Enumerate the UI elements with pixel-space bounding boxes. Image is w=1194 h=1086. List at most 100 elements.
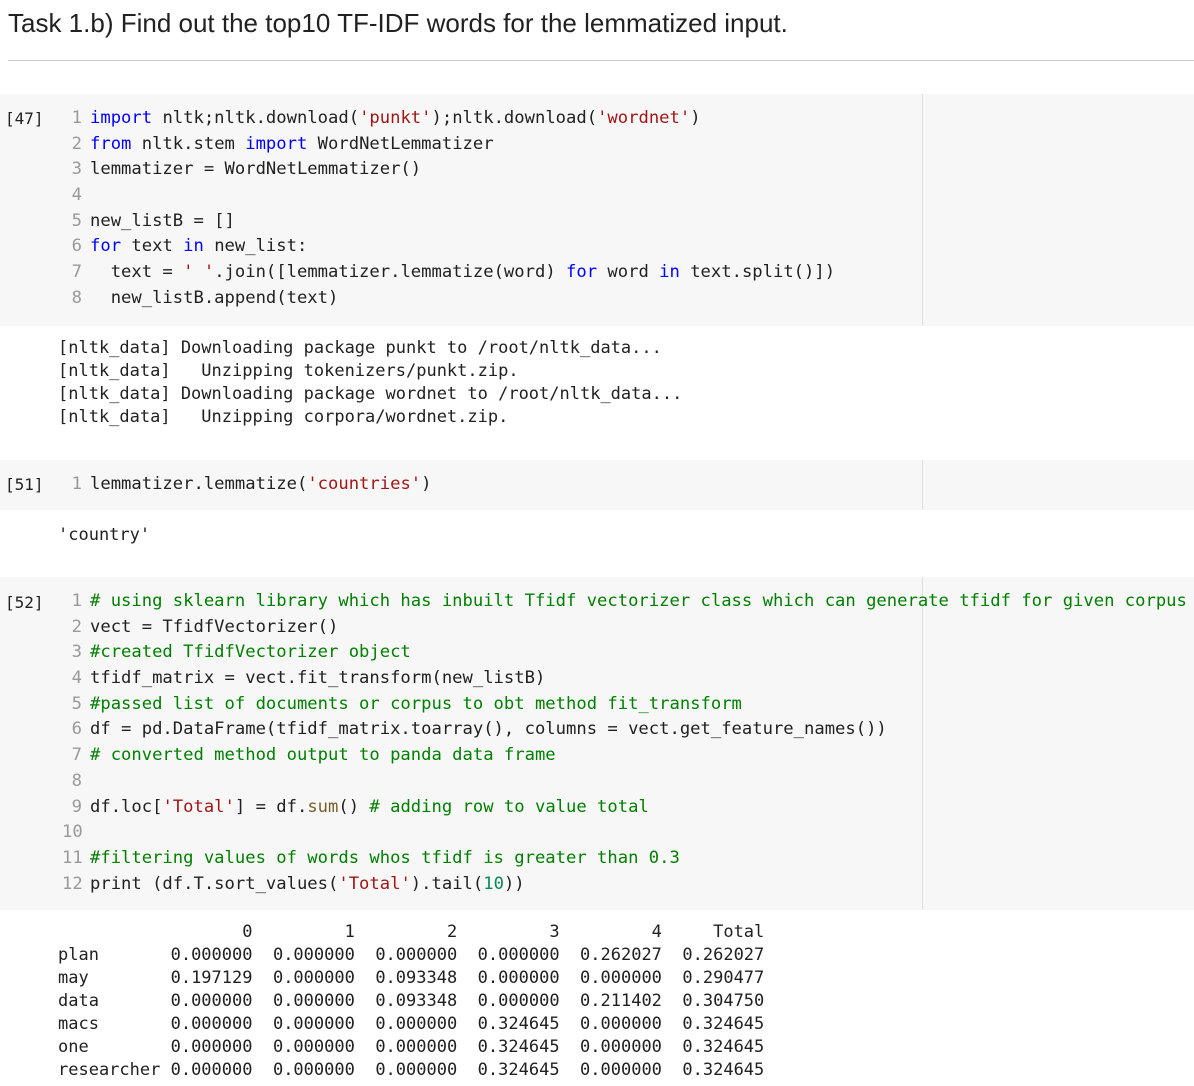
code-token: # using sklearn library which has inbuil…	[90, 591, 1187, 611]
line-number: 3	[71, 642, 82, 663]
code-token: )	[690, 108, 701, 128]
code-token: ).tail(	[410, 873, 484, 894]
code-token: #filtering values of words whos tfidf is…	[90, 847, 680, 868]
table-cell: 0.290477	[672, 968, 765, 988]
code-token: df = pd.DataFrame(tfidf_matrix.toarray()…	[90, 719, 887, 740]
code-token: 'wordnet'	[597, 108, 691, 128]
row-label: researcher	[58, 1060, 161, 1080]
table-cell: 0.093348	[365, 968, 468, 988]
row-label: may	[58, 968, 161, 988]
code-token: sum	[307, 796, 339, 817]
line-number: 12	[62, 873, 83, 894]
table-cell: 0.000000	[569, 1014, 673, 1034]
line-number: 5	[71, 693, 82, 714]
table-cell: 0.000000	[467, 968, 570, 988]
table-cell: 0.324645	[467, 1037, 570, 1057]
line-number: 11	[62, 847, 83, 868]
output-line: [nltk_data] Unzipping corpora/wordnet.zi…	[58, 407, 509, 427]
code-token: ] = df.	[234, 796, 308, 817]
table-cell: 0.000000	[569, 1037, 673, 1057]
table-cell: 0.324645	[467, 1060, 570, 1080]
line-number: 1	[71, 474, 82, 494]
table-cell: 0.000000	[365, 1037, 468, 1057]
code-line: 6 df = pd.DataFrame(tfidf_matrix.toarray(…	[62, 717, 1187, 743]
table-cell: 0.000000	[262, 945, 366, 965]
cell-prompt: [51]	[5, 475, 44, 494]
output-line: 'country'	[58, 525, 151, 545]
code-token: 'countries'	[307, 474, 422, 494]
table-row: plan 0.000000 0.000000 0.000000 0.000000…	[58, 944, 764, 967]
line-number: 8	[71, 770, 82, 791]
code-token: for	[90, 236, 122, 257]
line-number: 2	[71, 133, 82, 154]
code-token: # adding row to value total	[369, 796, 649, 817]
code-line: 5 new_listB = []	[62, 209, 835, 235]
cell-output-51: 'country'	[58, 524, 150, 547]
output-line: [nltk_data] Downloading package wordnet …	[58, 384, 683, 404]
table-cell: 0.000000	[160, 945, 263, 965]
table-cell: 0.000000	[262, 1060, 366, 1080]
table-cell: 0.000000	[262, 991, 366, 1011]
line-number: 1	[71, 591, 82, 611]
table-cell: 0.262027	[569, 945, 673, 965]
output-line: [nltk_data] Downloading package punkt to…	[58, 338, 662, 358]
code-cell-51[interactable]: [51] 1 lemmatizer.lemmatize('countries')	[0, 460, 1194, 510]
code-line: 10	[62, 820, 1187, 846]
code-cell-47[interactable]: [47] 1 import nltk;nltk.download('punkt')…	[0, 94, 1194, 326]
table-cell: 0.000000	[160, 1060, 263, 1080]
code-editor[interactable]: 1 # using sklearn library which has inbui…	[62, 589, 1187, 897]
column-header: 4	[559, 922, 662, 942]
code-token: new_listB.append(text)	[90, 287, 339, 308]
code-token: );nltk.download(	[431, 108, 598, 128]
row-label: data	[58, 991, 161, 1011]
code-editor[interactable]: 1 import nltk;nltk.download('punkt');nltk…	[62, 106, 835, 312]
table-cell: 0.000000	[160, 1014, 263, 1034]
table-row: may 0.197129 0.000000 0.093348 0.000000 …	[58, 967, 764, 990]
code-line: 8	[62, 769, 1187, 795]
table-cell: 0.304750	[672, 991, 765, 1011]
code-line: 2 vect = TfidfVectorizer()	[62, 615, 1187, 641]
column-header: 2	[354, 922, 458, 942]
code-line: 9 df.loc['Total'] = df.sum() # adding row…	[62, 795, 1187, 821]
heading-divider	[8, 60, 1194, 61]
table-row: one 0.000000 0.000000 0.000000 0.324645 …	[58, 1036, 764, 1059]
line-number: 4	[71, 185, 82, 206]
code-editor[interactable]: 1 lemmatizer.lemmatize('countries')	[62, 472, 432, 498]
table-cell: 0.000000	[365, 945, 468, 965]
ruler-line	[922, 460, 923, 510]
line-number: 6	[71, 236, 82, 257]
code-line: 7 text = ' '.join([lemmatizer.lemmatize(…	[62, 260, 835, 286]
code-line: 12 print (df.T.sort_values('Total').tail(…	[62, 872, 1187, 898]
table-row: macs 0.000000 0.000000 0.000000 0.324645…	[58, 1013, 764, 1036]
code-line: 7 # converted method output to panda data…	[62, 743, 1187, 769]
column-header: 1	[252, 922, 355, 942]
code-line: 1 # using sklearn library which has inbui…	[62, 589, 1187, 615]
code-token: word	[597, 262, 660, 283]
column-header: Total	[661, 922, 765, 942]
code-line: 4	[62, 183, 835, 209]
table-cell: 0.000000	[365, 1060, 468, 1080]
line-number: 7	[71, 745, 82, 766]
table-cell: 0.211402	[569, 991, 673, 1011]
table-cell: 0.197129	[160, 968, 263, 988]
line-number: 10	[62, 822, 83, 843]
code-line: 1 import nltk;nltk.download('punkt');nltk…	[62, 106, 835, 132]
line-number: 7	[71, 262, 82, 283]
table-cell: 0.324645	[672, 1037, 765, 1057]
code-token: new_listB = []	[90, 210, 235, 231]
table-cell: 0.000000	[467, 945, 570, 965]
code-cell-52[interactable]: [52] 1 # using sklearn library which has …	[0, 577, 1194, 910]
table-cell: 0.000000	[262, 1037, 366, 1057]
code-token: 'Total'	[338, 873, 411, 894]
code-token: 'punkt'	[359, 108, 432, 128]
section-heading: Task 1.b) Find out the top10 TF-IDF word…	[8, 8, 788, 38]
code-token: import	[90, 108, 153, 128]
code-token: text.split()])	[679, 262, 836, 283]
table-row: data 0.000000 0.000000 0.093348 0.000000…	[58, 990, 764, 1013]
cell-output-47: [nltk_data] Downloading package punkt to…	[58, 337, 682, 429]
table-cell: 0.000000	[569, 968, 673, 988]
table-cell: 0.000000	[262, 968, 366, 988]
table-cell: 0.324645	[672, 1060, 765, 1080]
code-token: WordNetLemmatizer	[307, 133, 494, 154]
code-token: nltk.stem	[131, 133, 246, 154]
